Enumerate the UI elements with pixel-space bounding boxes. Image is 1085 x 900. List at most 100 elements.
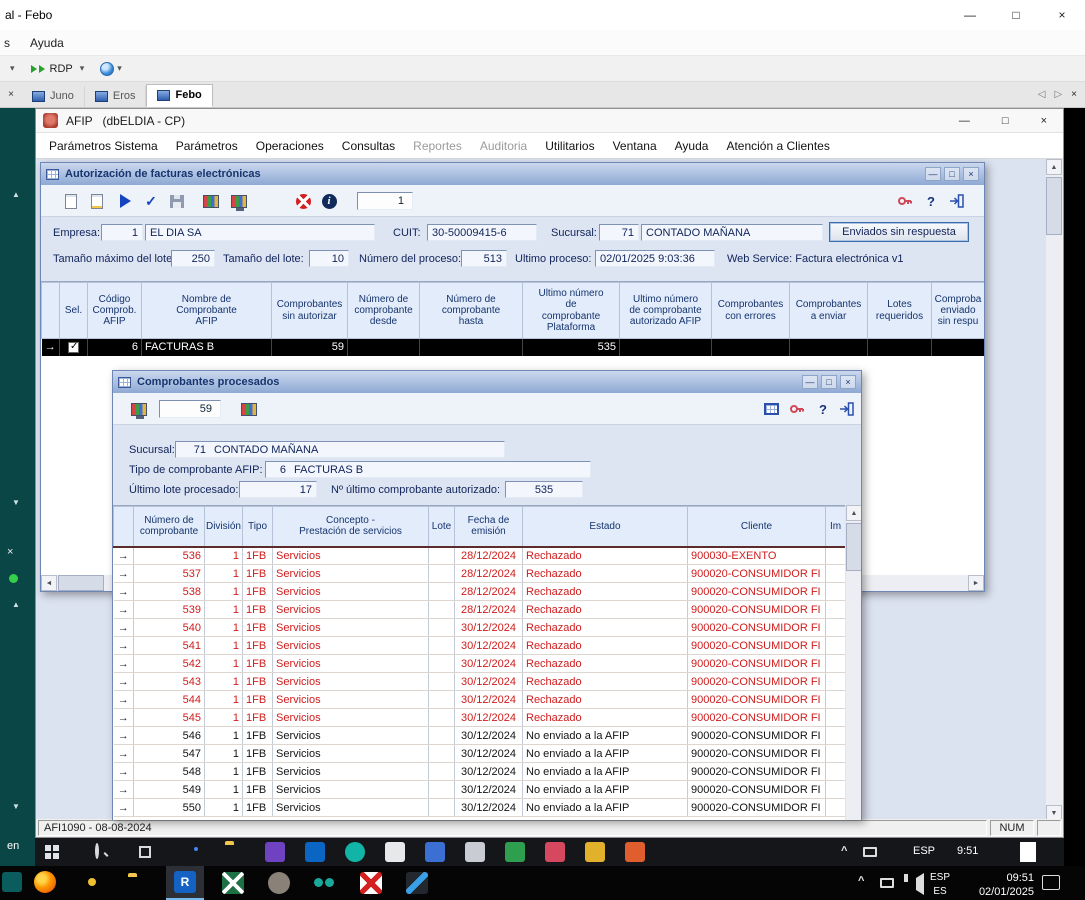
save-button[interactable] bbox=[165, 189, 189, 213]
col-header-desde[interactable]: Número de comprobante desde bbox=[348, 283, 420, 339]
table-row[interactable]: → 540 1 1FB Servicios 30/12/2024 Rechaza… bbox=[114, 619, 846, 637]
remote-manager-icon-active[interactable]: R bbox=[166, 866, 204, 900]
app-icon[interactable] bbox=[545, 842, 565, 862]
empresa-code-field[interactable]: 1 bbox=[101, 224, 143, 241]
close-session-icon[interactable] bbox=[360, 872, 382, 894]
menu-ventana[interactable]: Ventana bbox=[604, 136, 666, 156]
sel-checkbox[interactable] bbox=[68, 342, 79, 353]
app-icon[interactable] bbox=[425, 842, 445, 862]
col-header-autorizado[interactable]: Ultimo número de comprobante autorizado … bbox=[620, 283, 712, 339]
key-button[interactable] bbox=[785, 397, 809, 421]
clock[interactable]: 09:51 02/01/2025 bbox=[960, 871, 1034, 900]
table-row[interactable]: → 544 1 1FB Servicios 30/12/2024 Rechaza… bbox=[114, 691, 846, 709]
dropdown-caret-icon[interactable]: ▾ bbox=[10, 63, 15, 74]
table-row[interactable]: → 545 1 1FB Servicios 30/12/2024 Rechaza… bbox=[114, 709, 846, 727]
table-row[interactable]: → 539 1 1FB Servicios 28/12/2024 Rechaza… bbox=[114, 601, 846, 619]
maximize-button[interactable]: □ bbox=[993, 8, 1039, 22]
menu-atencion-clientes[interactable]: Atención a Clientes bbox=[717, 136, 838, 156]
tab-eros[interactable]: Eros bbox=[85, 86, 147, 107]
proc-table-vscrollbar[interactable]: ▲ bbox=[846, 505, 862, 820]
scroll-thumb[interactable] bbox=[846, 523, 862, 571]
help-button[interactable]: ? bbox=[919, 189, 943, 213]
mdi-vertical-scrollbar[interactable]: ▲ ▼ bbox=[1046, 159, 1063, 821]
col-header-sel[interactable]: Sel. bbox=[60, 283, 88, 339]
col-header-importe[interactable]: Im bbox=[826, 507, 846, 547]
col-header-estado[interactable]: Estado bbox=[523, 507, 688, 547]
network-icon[interactable] bbox=[880, 878, 894, 888]
new-button[interactable] bbox=[59, 189, 83, 213]
minimize-button[interactable]: — bbox=[802, 375, 818, 389]
col-header-a-enviar[interactable]: Comprobantes a enviar bbox=[790, 283, 868, 339]
scroll-track[interactable] bbox=[846, 521, 862, 820]
maximize-button[interactable]: □ bbox=[1002, 115, 1009, 127]
grid-view-button[interactable] bbox=[199, 189, 223, 213]
tray-expand-icon[interactable]: ^ bbox=[841, 845, 847, 857]
col-header-numero[interactable]: Número de comprobante bbox=[134, 507, 205, 547]
grid-view-button[interactable] bbox=[237, 397, 261, 421]
ultimo-proceso-field[interactable]: 02/01/2025 9:03:36 bbox=[595, 250, 715, 267]
table-row[interactable]: → 536 1 1FB Servicios 28/12/2024 Rechaza… bbox=[114, 547, 846, 565]
rdp-protocol-select[interactable]: RDP ▾ bbox=[31, 63, 85, 75]
enviados-sin-respuesta-button[interactable]: Enviados sin respuesta bbox=[829, 222, 969, 242]
col-header-codigo[interactable]: Código Comprob. AFIP bbox=[88, 283, 142, 339]
help-button[interactable]: ? bbox=[811, 397, 835, 421]
firefox-icon[interactable] bbox=[34, 871, 56, 893]
app-icon[interactable] bbox=[625, 842, 645, 862]
cuit-field[interactable]: 30-50009415-6 bbox=[427, 224, 537, 241]
process-count-field[interactable]: 1 bbox=[357, 192, 413, 210]
close-panel-button[interactable]: × bbox=[0, 89, 22, 100]
close-button[interactable]: × bbox=[840, 375, 856, 389]
properties-button[interactable] bbox=[85, 189, 109, 213]
col-header-division[interactable]: División bbox=[205, 507, 243, 547]
proceso-field[interactable]: 513 bbox=[461, 250, 507, 267]
col-header-lote[interactable]: Lote bbox=[429, 507, 455, 547]
col-header-sin-autorizar[interactable]: Comprobantes sin autorizar bbox=[272, 283, 348, 339]
globe-icon[interactable] bbox=[100, 62, 114, 76]
grid-export-button[interactable] bbox=[227, 189, 251, 213]
lote-max-field[interactable]: 250 bbox=[171, 250, 215, 267]
minimize-button[interactable]: — bbox=[947, 8, 993, 22]
minimize-button[interactable]: — bbox=[925, 167, 941, 181]
tab-forward-icon[interactable]: ▷ bbox=[1054, 89, 1062, 100]
col-header[interactable] bbox=[114, 507, 134, 547]
network-icon[interactable] bbox=[863, 847, 877, 857]
scroll-thumb[interactable] bbox=[1046, 177, 1062, 235]
exit-button[interactable] bbox=[945, 189, 969, 213]
search-icon[interactable] bbox=[95, 843, 99, 859]
col-header-tipo[interactable]: Tipo bbox=[243, 507, 273, 547]
task-view-button[interactable] bbox=[139, 846, 151, 858]
scroll-up-icon[interactable]: ▲ bbox=[12, 600, 20, 609]
minimize-button[interactable]: — bbox=[959, 115, 970, 127]
menu-item-ayuda[interactable]: Ayuda bbox=[24, 34, 70, 52]
col-header-plataforma[interactable]: Ultimo número de comprobante Plataforma bbox=[523, 283, 620, 339]
tab-back-icon[interactable]: ◁ bbox=[1038, 89, 1046, 100]
close-icon[interactable]: × bbox=[7, 546, 13, 558]
app-icon[interactable] bbox=[505, 842, 525, 862]
volume-icon[interactable] bbox=[916, 873, 924, 895]
confirm-button[interactable]: ✓ bbox=[139, 189, 163, 213]
globe-caret-icon[interactable]: ▾ bbox=[117, 63, 122, 74]
tab-juno[interactable]: Juno bbox=[22, 86, 85, 107]
scroll-track[interactable] bbox=[1046, 175, 1062, 805]
tray-expand-icon[interactable]: ^ bbox=[858, 875, 864, 887]
menu-parametros-sistema[interactable]: Parámetros Sistema bbox=[40, 136, 167, 156]
maximize-button[interactable]: □ bbox=[821, 375, 837, 389]
table-row[interactable]: → 538 1 1FB Servicios 28/12/2024 Rechaza… bbox=[114, 583, 846, 601]
table-row[interactable]: → 546 1 1FB Servicios 30/12/2024 No envi… bbox=[114, 727, 846, 745]
sucursal-field[interactable]: 71 CONTADO MAÑANA bbox=[175, 441, 505, 458]
close-button[interactable]: × bbox=[1041, 115, 1047, 127]
table-row[interactable]: → 543 1 1FB Servicios 30/12/2024 Rechaza… bbox=[114, 673, 846, 691]
sucursal-name-field[interactable]: CONTADO MAÑANA bbox=[641, 224, 823, 241]
col-header-sin-respuesta[interactable]: Comproba enviado sin respu bbox=[932, 283, 985, 339]
app-icon[interactable] bbox=[265, 842, 285, 862]
col-header-lotes[interactable]: Lotes requeridos bbox=[868, 283, 932, 339]
close-button[interactable]: × bbox=[963, 167, 979, 181]
run-button[interactable] bbox=[113, 189, 137, 213]
notification-panel[interactable] bbox=[1020, 842, 1036, 862]
ultimo-autorizado-field[interactable]: 535 bbox=[505, 481, 583, 498]
menu-operaciones[interactable]: Operaciones bbox=[247, 136, 333, 156]
close-button[interactable]: × bbox=[1039, 8, 1085, 22]
start-button[interactable] bbox=[45, 845, 59, 859]
app-icon[interactable] bbox=[385, 842, 405, 862]
clock[interactable]: 9:51 bbox=[957, 845, 978, 857]
